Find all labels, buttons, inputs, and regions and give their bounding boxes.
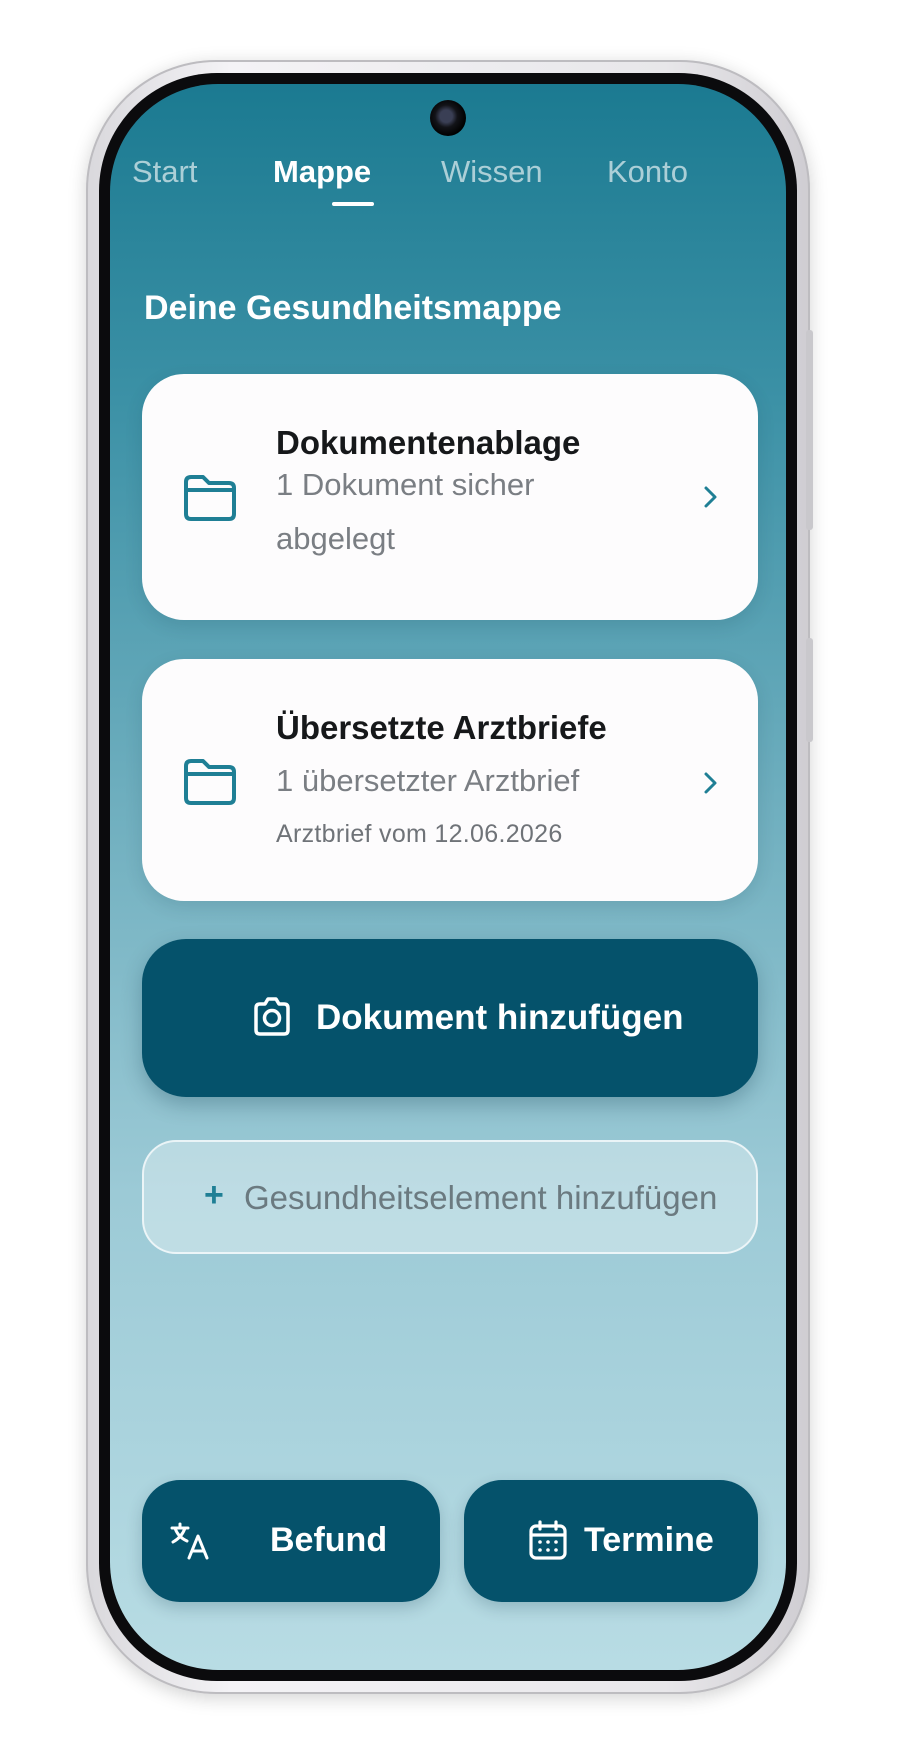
chevron-right-icon [704, 486, 717, 508]
active-tab-indicator [332, 202, 374, 206]
add-document-label: Dokument hinzufügen [316, 998, 684, 1037]
chevron-right-icon [704, 772, 717, 794]
tab-konto[interactable]: Konto [607, 154, 688, 190]
folder-icon [184, 759, 236, 805]
termine-label: Termine [584, 1521, 714, 1559]
translate-icon [170, 1522, 209, 1560]
front-camera [430, 100, 466, 136]
card-dokumentenablage[interactable]: Dokumentenablage 1 Dokument sicher abgel… [142, 374, 758, 620]
page-title: Deine Gesundheitsmappe [144, 289, 562, 327]
add-health-element-label: Gesundheitselement hinzufügen [244, 1179, 718, 1216]
add-document-button[interactable]: Dokument hinzufügen [142, 939, 758, 1097]
folder-icon [184, 475, 236, 521]
tab-wissen[interactable]: Wissen [441, 154, 543, 190]
calendar-icon [529, 1520, 567, 1560]
card-subtitle: 1 Dokument sicher abgelegt [276, 467, 535, 556]
card-meta: Arztbrief vom 12.06.2026 [276, 820, 563, 848]
termine-button[interactable]: Termine [464, 1480, 758, 1602]
tab-mappe[interactable]: Mappe [273, 154, 371, 190]
app-screen: Start Mappe Wissen Konto Deine Gesundhei… [110, 84, 786, 1670]
card-subtitle: 1 übersetzter Arztbrief [276, 763, 580, 798]
card-uebersetzte-arztbriefe[interactable]: Übersetzte Arztbriefe 1 übersetzter Arzt… [142, 659, 758, 901]
camera-icon [254, 997, 290, 1036]
befund-label: Befund [270, 1521, 388, 1559]
tab-start[interactable]: Start [132, 154, 197, 190]
power-key [806, 638, 813, 742]
befund-button[interactable]: Befund [142, 1480, 440, 1602]
volume-key [806, 330, 813, 530]
card-title: Übersetzte Arztbriefe [276, 709, 607, 746]
add-health-element-button[interactable]: + Gesundheitselement hinzufügen [142, 1140, 758, 1254]
card-title: Dokumentenablage [276, 424, 581, 461]
top-tab-bar: Start Mappe Wissen Konto [110, 154, 786, 224]
plus-icon: + [204, 1176, 224, 1214]
